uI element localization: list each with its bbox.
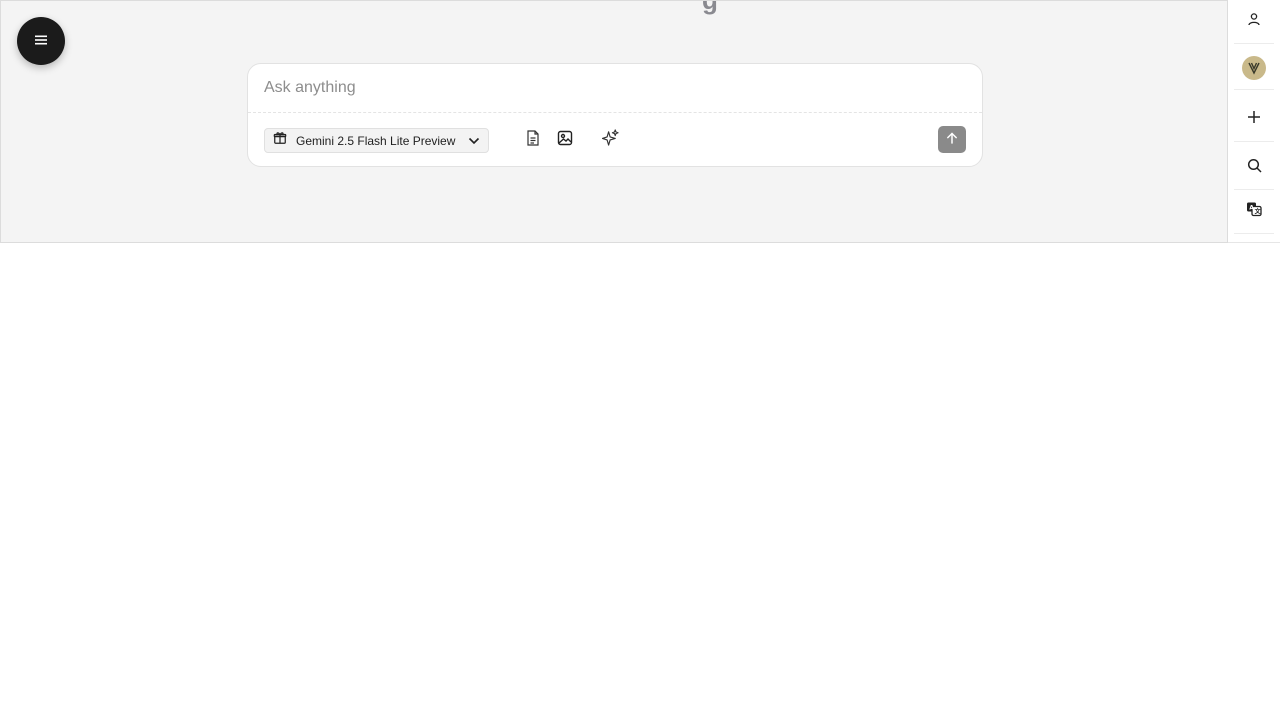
avatar <box>1242 55 1266 80</box>
user-icon <box>1247 12 1261 31</box>
translate-icon: A 文 <box>1246 201 1262 222</box>
main-panel: g Gemini 2.5 Flash Lite Preview <box>0 0 1228 243</box>
prompt-input[interactable] <box>248 64 982 113</box>
menu-button[interactable] <box>17 17 65 65</box>
sparkle-icon <box>601 129 619 151</box>
svg-text:A: A <box>1249 205 1254 212</box>
arrow-up-icon <box>946 131 958 149</box>
enhance-prompt-button[interactable] <box>600 129 620 151</box>
chevron-down-icon <box>468 137 480 145</box>
gift-icon <box>273 131 287 150</box>
search-icon <box>1247 158 1262 178</box>
document-icon <box>526 129 540 151</box>
account-button[interactable] <box>1234 0 1274 44</box>
new-chat-button[interactable] <box>1234 98 1274 142</box>
model-selector-label: Gemini 2.5 Flash Lite Preview <box>296 133 456 148</box>
hamburger-menu-icon <box>35 32 47 50</box>
svg-text:文: 文 <box>1254 208 1262 216</box>
model-selector[interactable]: Gemini 2.5 Flash Lite Preview <box>264 128 489 153</box>
translate-button[interactable]: A 文 <box>1234 190 1274 234</box>
image-icon <box>557 130 573 151</box>
right-sidebar: A 文 <box>1228 0 1280 243</box>
attach-image-button[interactable] <box>555 130 575 150</box>
profile-avatar-button[interactable] <box>1234 46 1274 90</box>
search-button[interactable] <box>1234 146 1274 190</box>
plus-icon <box>1247 110 1261 129</box>
attach-file-button[interactable] <box>523 129 543 151</box>
send-button[interactable] <box>938 126 966 153</box>
page-heading-fragment: g <box>702 0 718 15</box>
chat-composer: Gemini 2.5 Flash Lite Preview <box>247 63 983 167</box>
